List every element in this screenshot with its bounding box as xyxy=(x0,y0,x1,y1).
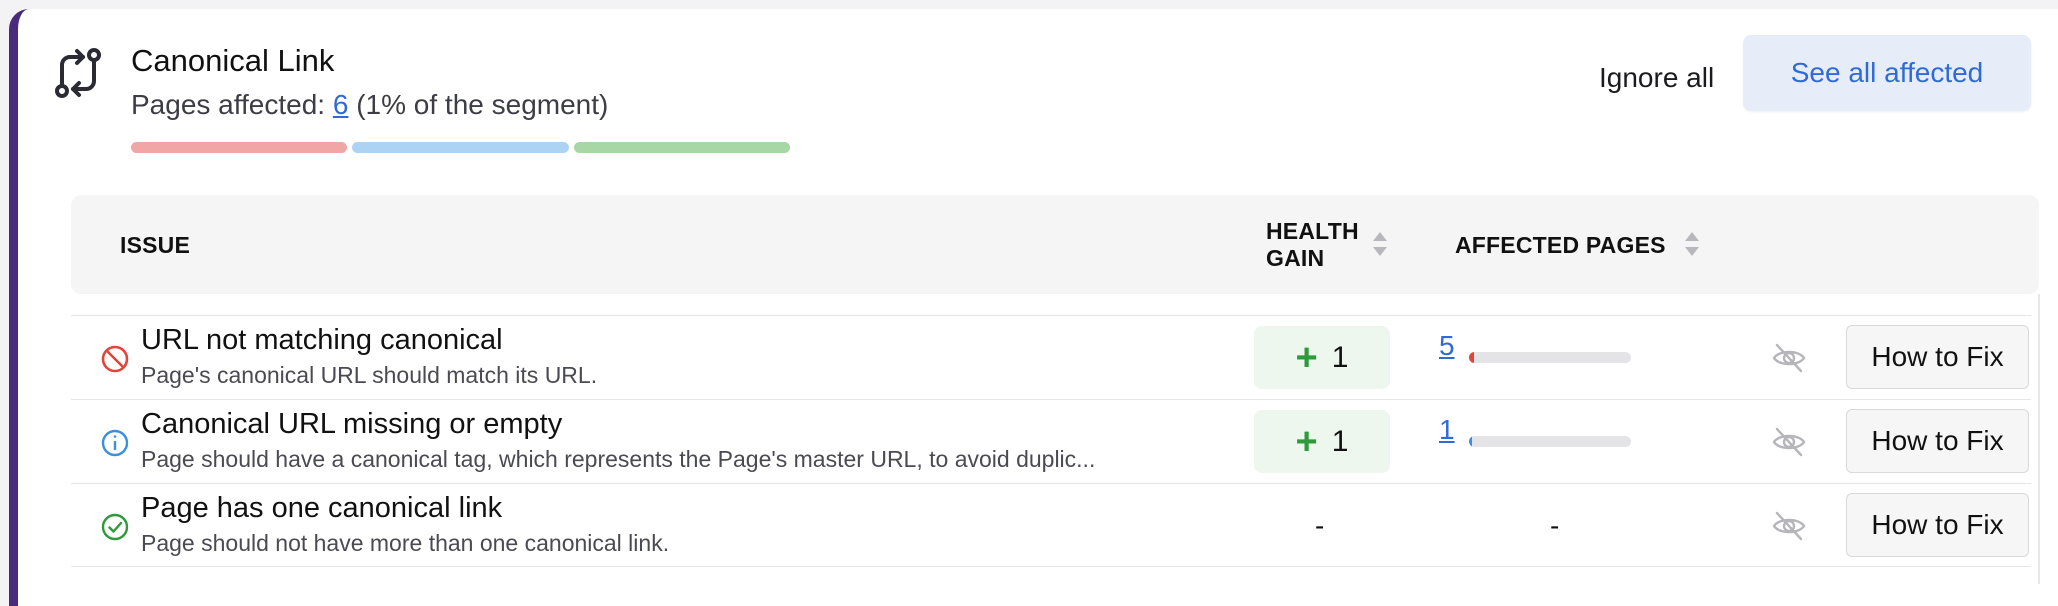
health-gain-badge: + 1 xyxy=(1254,410,1390,473)
issue-title: Canonical URL missing or empty xyxy=(141,408,563,440)
section-title: Canonical Link xyxy=(131,43,335,78)
sort-icon[interactable] xyxy=(1371,228,1389,260)
issue-description: Page should not have more than one canon… xyxy=(141,530,670,556)
ignore-all-button[interactable]: Ignore all xyxy=(1599,62,1714,94)
health-gain-badge: + 1 xyxy=(1254,326,1390,389)
eye-slash-icon[interactable] xyxy=(1771,510,1807,542)
see-all-affected-button[interactable]: See all affected xyxy=(1743,35,2031,111)
table-row: Page has one canonical link Page should … xyxy=(71,483,2031,567)
affected-pages-bar-fill xyxy=(1469,436,1473,447)
health-gain-value: 1 xyxy=(1331,424,1349,458)
plus-icon: + xyxy=(1295,336,1318,379)
affected-pages-link[interactable]: 1 xyxy=(1439,414,1455,446)
pages-affected-count-link[interactable]: 6 xyxy=(333,89,349,120)
issue-description: Page should have a canonical tag, which … xyxy=(141,446,1096,472)
health-gain-value: 1 xyxy=(1331,340,1349,374)
no-entry-icon xyxy=(101,345,129,373)
table-row: Canonical URL missing or empty Page shou… xyxy=(71,399,2031,483)
affected-pages-bar xyxy=(1469,352,1631,363)
pages-affected-summary: Pages affected: 6 (1% of the segment) xyxy=(131,89,608,121)
column-header-affected-pages[interactable]: AFFECTED PAGES xyxy=(1455,232,1666,259)
eye-slash-icon[interactable] xyxy=(1771,426,1807,458)
column-header-health-gain-line1: HEALTH xyxy=(1266,218,1359,244)
segment-bar-green xyxy=(574,142,790,153)
table-header: ISSUE HEALTH GAIN AFFECTED PAGES xyxy=(71,195,2039,294)
how-to-fix-button[interactable]: How to Fix xyxy=(1846,409,2029,473)
column-header-health-gain[interactable]: HEALTH GAIN xyxy=(1266,218,1359,272)
column-header-health-gain-line2: GAIN xyxy=(1266,245,1325,271)
issue-title: Page has one canonical link xyxy=(141,492,503,524)
segment-bar-blue xyxy=(352,142,569,153)
scroll-rail xyxy=(2038,294,2040,584)
how-to-fix-button[interactable]: How to Fix xyxy=(1846,493,2029,557)
affected-pages-bar xyxy=(1469,436,1631,447)
segment-bar-red xyxy=(131,142,347,153)
issue-card: Canonical Link Pages affected: 6 (1% of … xyxy=(9,9,2058,606)
column-header-issue: ISSUE xyxy=(120,232,191,258)
issue-title: URL not matching canonical xyxy=(141,324,503,356)
health-gain-value: - xyxy=(1315,510,1325,541)
check-circle-icon xyxy=(101,513,129,541)
how-to-fix-button[interactable]: How to Fix xyxy=(1846,325,2029,389)
pages-affected-suffix: (1% of the segment) xyxy=(356,89,609,120)
issue-description: Page's canonical URL should match its UR… xyxy=(141,362,598,388)
sort-icon[interactable] xyxy=(1683,228,1701,260)
table-row: URL not matching canonical Page's canoni… xyxy=(71,315,2031,399)
eye-slash-icon[interactable] xyxy=(1771,342,1807,374)
affected-pages-bar-fill xyxy=(1469,352,1474,363)
affected-pages-value: - xyxy=(1550,510,1560,541)
canonical-link-icon xyxy=(55,48,101,98)
plus-icon: + xyxy=(1295,420,1318,463)
affected-pages-link[interactable]: 5 xyxy=(1439,330,1455,362)
pages-affected-label: Pages affected: xyxy=(131,89,326,120)
info-icon xyxy=(101,429,129,457)
